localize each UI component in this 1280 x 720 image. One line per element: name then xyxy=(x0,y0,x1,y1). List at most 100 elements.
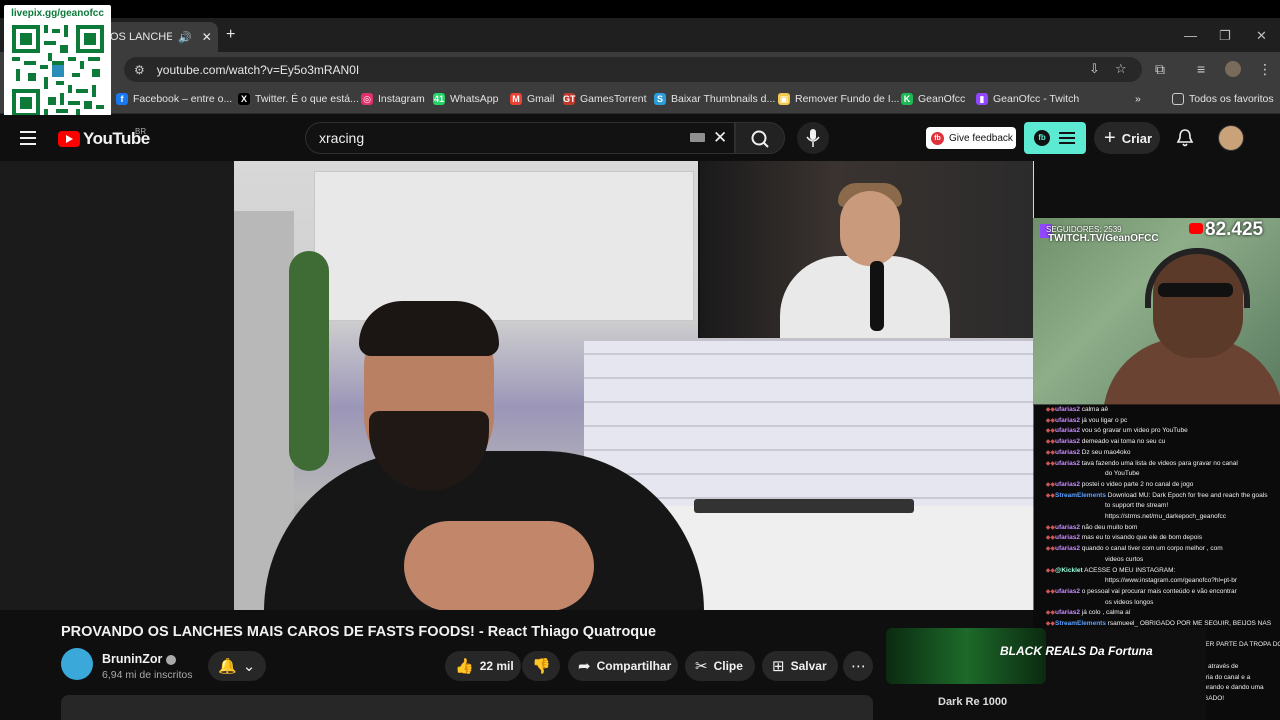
bookmark-item[interactable]: ▣ Remover Fundo de I... xyxy=(778,93,899,105)
chat-text: rsamueel_ OBRIGADO POR ME SEGUIR, BEIJOS… xyxy=(1107,620,1272,627)
all-favorites[interactable]: Todos os favoritos xyxy=(1172,93,1274,105)
clear-search-icon[interactable]: ✕ xyxy=(713,128,727,148)
bookmarks-more-button[interactable]: » xyxy=(1135,93,1141,105)
hamburger-menu-icon[interactable] xyxy=(20,131,36,145)
extension-logo-icon: fb xyxy=(1034,130,1050,146)
minimize-button[interactable]: — xyxy=(1184,28,1197,43)
bookmark-favicon-icon: GT xyxy=(563,93,576,105)
speaker-icon[interactable]: 🔊 xyxy=(178,31,192,44)
chat-message: https://www.instagram.com/geanofco?hl=pt… xyxy=(1033,576,1237,585)
chat-text: Download MU: Dark Epoch for free and rea… xyxy=(1107,491,1268,499)
bookmark-item[interactable]: 41 WhatsApp xyxy=(433,93,498,105)
chat-message: ◆◆@Kicklet ACESSE O MEU INSTAGRAM: xyxy=(1033,566,1176,576)
chat-message: ◆◆ufarias2 já colo , calma aí xyxy=(1033,608,1131,618)
chat-badge-icon: ◆◆ xyxy=(1045,567,1055,574)
bookmark-item[interactable]: K GeanOfcc xyxy=(901,93,965,105)
tab-title: OS LANCHES M xyxy=(110,31,172,43)
qr-url: livepix.gg/geanofcc xyxy=(11,8,104,19)
close-window-button[interactable]: ✕ xyxy=(1256,28,1267,44)
chat-username: ufarias2 xyxy=(1055,587,1080,595)
microphone-icon xyxy=(806,129,820,147)
search-button[interactable] xyxy=(735,122,785,154)
recommended-title: Dark Re 1000 xyxy=(938,696,1008,708)
twitch-url: TWITCH.TV/GeanOFCC xyxy=(1048,233,1159,244)
viewer-count: 82.425 xyxy=(1205,219,1264,240)
chat-text: mas eu to visando que ele de bom depois xyxy=(1081,534,1203,542)
chat-badge-icon: ◆◆ xyxy=(1045,460,1055,467)
new-tab-button[interactable]: + xyxy=(226,26,235,44)
chat-message: ◆◆ufarias2 demeado vai toma no seu cu xyxy=(1033,437,1165,447)
media-icon[interactable]: ≡ xyxy=(1197,61,1205,77)
feedback-logo-icon: fb xyxy=(931,131,944,145)
menu-lines-icon xyxy=(1059,132,1075,144)
close-icon[interactable]: ✕ xyxy=(202,30,212,44)
video-ambient-left xyxy=(0,161,234,610)
bookmark-item[interactable]: S Baixar Thumbnails d... xyxy=(654,93,775,105)
youtube-icon xyxy=(1189,223,1203,234)
share-button[interactable]: ➦ Compartilhar xyxy=(568,651,678,681)
bookmark-favicon-icon: M xyxy=(510,93,522,105)
bookmark-favicon-icon: ◎ xyxy=(361,93,373,105)
streamer-webcam xyxy=(1033,218,1280,405)
dislike-button[interactable]: 👎 xyxy=(522,651,560,681)
chevron-down-icon: ⌄ xyxy=(242,658,256,675)
channel-name[interactable]: BruninZor xyxy=(102,652,177,666)
chat-username: ufarias2 xyxy=(1055,609,1080,617)
clip-button[interactable]: ✂ Clipe xyxy=(685,651,755,681)
extensions-icon[interactable]: ⧉ xyxy=(1155,61,1165,78)
chat-message: ◆◆ufarias2 quando o canal tiver com um c… xyxy=(1033,544,1223,554)
bookmark-favicon-icon: f xyxy=(116,93,128,105)
extension-panel-button[interactable]: fb xyxy=(1024,122,1086,154)
bookmark-item[interactable]: M Gmail xyxy=(510,93,554,105)
top-strip xyxy=(0,0,1280,18)
browser-tab[interactable]: OS LANCHES M 🔊 ✕ xyxy=(100,22,218,52)
bookmark-item[interactable]: ▮ GeanOfcc - Twitch xyxy=(976,93,1079,105)
bookmark-item[interactable]: GT GamesTorrent xyxy=(563,93,647,105)
voice-search-button[interactable] xyxy=(797,122,829,154)
create-button[interactable]: + Criar xyxy=(1094,122,1160,154)
search-input[interactable]: xracing xyxy=(305,122,735,154)
more-actions-button[interactable]: ⋯ xyxy=(843,651,873,681)
profile-avatar[interactable] xyxy=(1225,61,1241,77)
bookmark-item[interactable]: f Facebook – entre o... xyxy=(116,93,232,105)
chat-text: o pessoal vai procurar mais conteúdo e v… xyxy=(1081,587,1237,595)
folder-icon xyxy=(1172,93,1184,105)
chat-text: demeado vai toma no seu cu xyxy=(1081,438,1166,446)
channel-avatar[interactable] xyxy=(61,648,93,680)
chat-badge-icon: ◆◆ xyxy=(1045,524,1055,531)
bookmark-favicon-icon: ▮ xyxy=(976,93,988,105)
chat-message: ◆◆ufarias2 Dz seu mao4oko xyxy=(1033,448,1131,458)
bookmark-label: Remover Fundo de I... xyxy=(795,93,900,105)
restore-button[interactable]: ❐ xyxy=(1219,28,1231,44)
chat-text: ACESSE O MEU INSTAGRAM: xyxy=(1084,566,1176,574)
chat-username: ufarias2 xyxy=(1055,534,1080,542)
keyboard-icon[interactable] xyxy=(690,133,705,142)
bell-icon: 🔔 xyxy=(218,658,237,675)
recommended-thumbnail-text: BLACK REALS Da Fortuna xyxy=(1000,644,1153,658)
address-bar[interactable]: ⚙ youtube.com/watch?v=Ey5o3mRAN0I xyxy=(124,57,1142,82)
chat-message: os videos longos xyxy=(1033,598,1153,607)
star-icon[interactable]: ☆ xyxy=(1115,61,1127,77)
chat-message: ◆◆ufarias2 já vou ligar o pc xyxy=(1033,416,1128,426)
chat-badge-icon: ◆◆ xyxy=(1045,439,1055,446)
bookmark-item[interactable]: X Twitter. É o que está... xyxy=(238,93,359,105)
chat-username: ufarias2 xyxy=(1055,523,1080,531)
account-avatar[interactable] xyxy=(1218,125,1244,151)
more-icon: ⋯ xyxy=(851,658,866,675)
chat-username: ufarias2 xyxy=(1055,416,1080,424)
save-button[interactable]: ⊞ Salvar xyxy=(762,651,838,681)
give-feedback-button[interactable]: fb Give feedback xyxy=(926,127,1016,149)
menu-icon[interactable]: ⋮ xyxy=(1258,61,1272,78)
like-button[interactable]: 👍 22 mil xyxy=(445,651,521,681)
subscription-notifications-button[interactable]: 🔔 ⌄ xyxy=(208,651,266,681)
site-info-icon[interactable]: ⚙ xyxy=(134,63,145,77)
notifications-bell-icon[interactable] xyxy=(1176,128,1194,153)
bookmark-favicon-icon: K xyxy=(901,93,913,105)
chat-message: ◆◆ufarias2 o pessoal vai procurar mais c… xyxy=(1033,587,1237,597)
share-icon: ➦ xyxy=(578,658,591,675)
chat-message: ◆◆StreamElements Download MU: Dark Epoch… xyxy=(1033,491,1268,501)
install-icon[interactable]: ⇩ xyxy=(1089,61,1100,77)
description-box[interactable] xyxy=(61,695,873,720)
chat-text: Dz seu mao4oko xyxy=(1081,448,1131,456)
bookmark-item[interactable]: ◎ Instagram xyxy=(361,93,425,105)
